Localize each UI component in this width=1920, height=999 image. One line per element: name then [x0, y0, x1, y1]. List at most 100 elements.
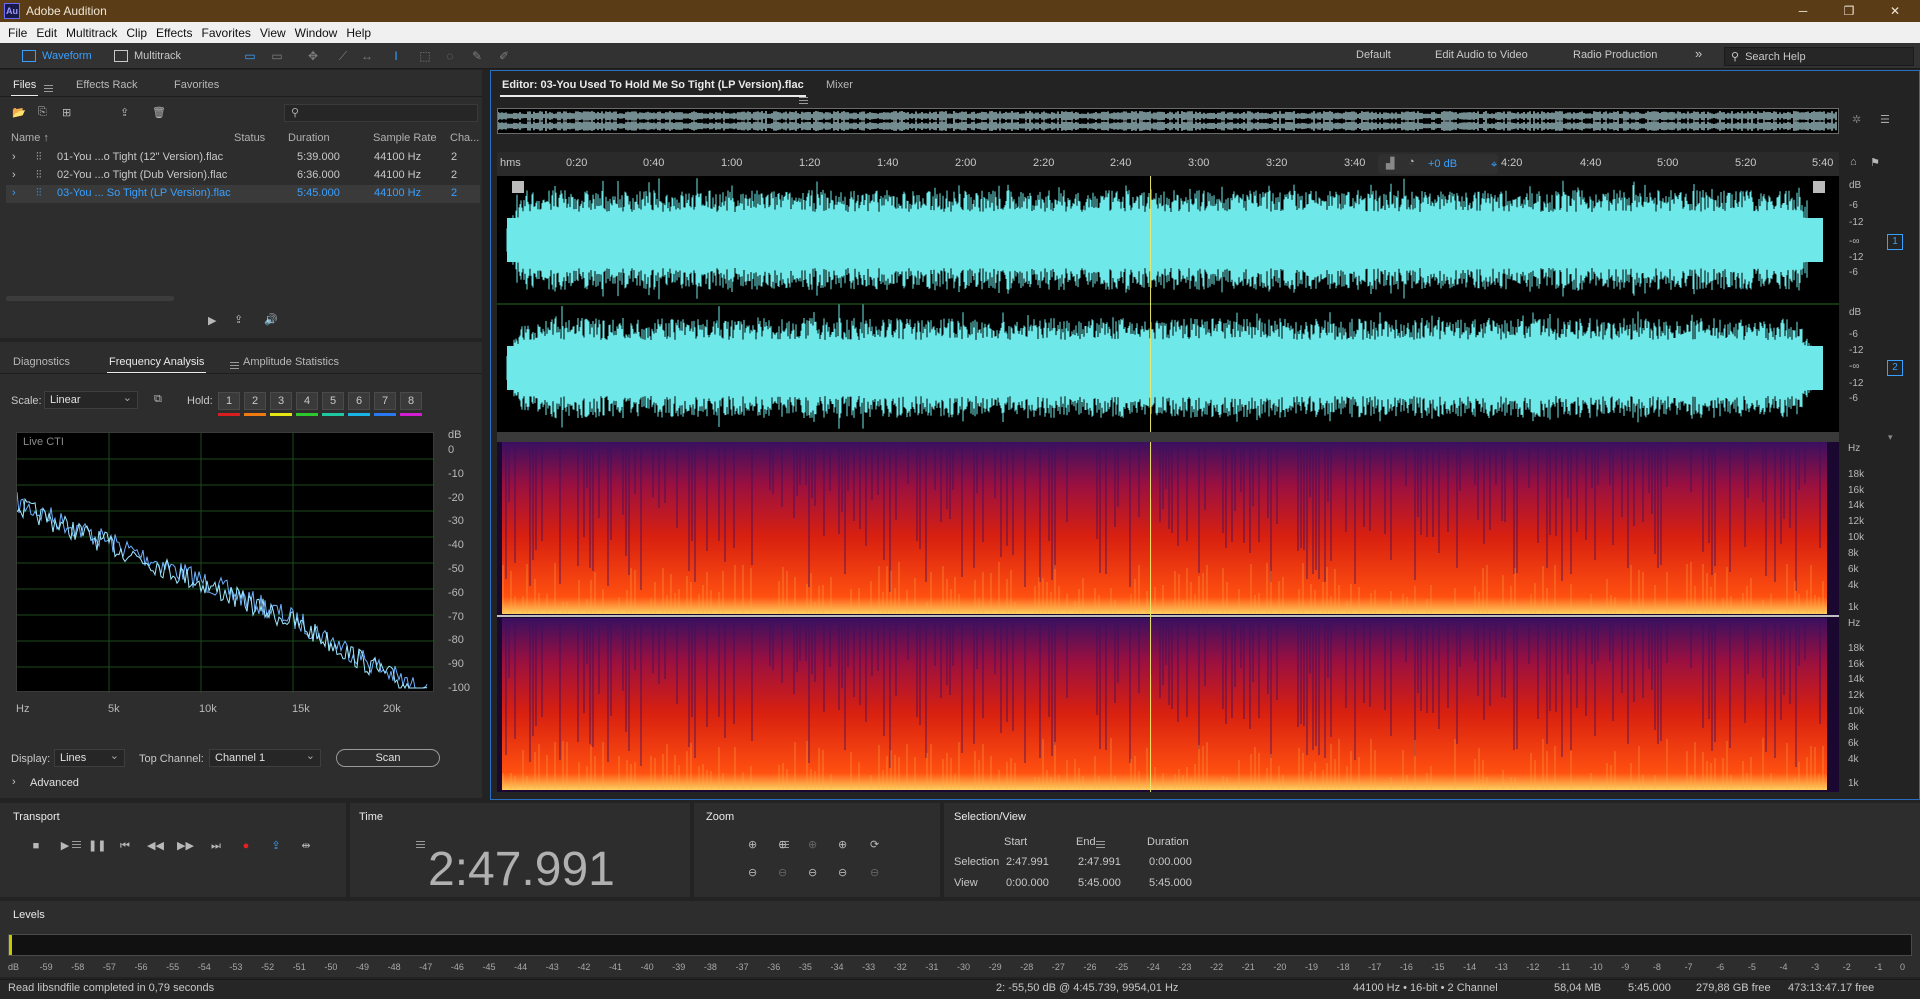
tab-amplitude-statistics[interactable]: Amplitude Statistics: [243, 356, 339, 368]
expand-chevron-icon[interactable]: ›: [12, 187, 16, 199]
zoom-selection-icon[interactable]: ⊕: [808, 838, 817, 851]
workspace-radio-production[interactable]: Radio Production: [1573, 49, 1657, 61]
expand-chevron-icon[interactable]: ›: [12, 151, 16, 163]
splitter-arrow-icon[interactable]: ▾: [1888, 432, 1893, 443]
hold-button-2[interactable]: 2: [244, 392, 266, 410]
tab-frequency-analysis[interactable]: Frequency Analysis: [106, 356, 207, 374]
spectral-display-icon[interactable]: ▭: [243, 49, 257, 63]
hold-button-5[interactable]: 5: [322, 392, 344, 410]
col-sample-rate[interactable]: Sample Rate: [373, 132, 437, 144]
tab-files[interactable]: Files: [10, 79, 39, 97]
hold-button-3[interactable]: 3: [270, 392, 292, 410]
zoom-out-point-icon[interactable]: ⊖: [838, 866, 847, 879]
pin-icon[interactable]: ⌖: [1491, 159, 1497, 172]
selection-view-menu-icon[interactable]: [1096, 840, 1106, 848]
tab-favorites[interactable]: Favorites: [174, 79, 219, 91]
loop-playback-icon[interactable]: ⇪: [268, 838, 284, 854]
slip-tool-icon[interactable]: ↔: [360, 49, 374, 63]
tab-effects-rack[interactable]: Effects Rack: [76, 79, 138, 91]
file-row[interactable]: › ⫶⫶ 02-You ...o Tight (Dub Version).fla…: [6, 167, 480, 185]
new-file-icon[interactable]: ⊞: [62, 106, 71, 119]
skip-previous-icon[interactable]: ⏮: [117, 838, 133, 854]
files-hscrollbar[interactable]: [6, 296, 174, 301]
waveform-view-button[interactable]: Waveform: [22, 47, 92, 65]
spot-healing-icon[interactable]: ✐: [497, 49, 511, 63]
workspace-edit-audio-video[interactable]: Edit Audio to Video: [1435, 49, 1528, 61]
sv-view-duration[interactable]: 5:45.000: [1149, 877, 1192, 889]
overview-navigator[interactable]: [497, 108, 1839, 134]
sv-view-end[interactable]: 5:45.000: [1078, 877, 1121, 889]
hold-button-7[interactable]: 7: [374, 392, 396, 410]
spectral-pitch-icon[interactable]: ▭: [270, 49, 284, 63]
import-file-icon[interactable]: ⎘: [38, 106, 47, 119]
channel-select-icon[interactable]: [512, 181, 524, 193]
scan-button[interactable]: Scan: [336, 749, 440, 767]
sv-selection-start[interactable]: 2:47.991: [1006, 856, 1049, 868]
preview-play-icon[interactable]: ▶: [208, 314, 216, 327]
menu-edit[interactable]: Edit: [32, 26, 62, 40]
search-help-input[interactable]: ⚲ Search Help: [1724, 47, 1914, 66]
scale-dropdown[interactable]: Linear: [44, 390, 138, 409]
files-menu-icon[interactable]: [44, 84, 53, 92]
zoom-to-fit-icon[interactable]: ✲: [1852, 113, 1861, 126]
advanced-toggle[interactable]: Advanced: [30, 777, 79, 789]
transport-menu-icon[interactable]: [72, 840, 81, 848]
fast-forward-icon[interactable]: ▶▶: [177, 838, 194, 854]
copy-graph-icon[interactable]: ⧉: [154, 393, 162, 406]
marker-icon[interactable]: ⚑: [1870, 156, 1880, 169]
zoom-in-time-icon[interactable]: ⊕: [778, 838, 787, 851]
top-channel-dropdown[interactable]: Channel 1: [209, 748, 321, 767]
marquee-tool-icon[interactable]: ⬚: [418, 49, 432, 63]
col-channels[interactable]: Cha...: [450, 132, 479, 144]
hold-button-1[interactable]: 1: [218, 392, 240, 410]
zoom-out-time-icon[interactable]: ⊖: [778, 866, 787, 879]
sv-selection-end[interactable]: 2:47.991: [1078, 856, 1121, 868]
zoom-out-amplitude-icon[interactable]: ⊖: [748, 866, 757, 879]
overview-menu-icon[interactable]: ☰: [1880, 113, 1890, 126]
frequency-graph[interactable]: Live CTI: [16, 432, 435, 693]
time-menu-icon[interactable]: [416, 840, 426, 848]
multitrack-view-button[interactable]: Multitrack: [114, 47, 181, 65]
preview-loop-icon[interactable]: ⇪: [234, 313, 243, 326]
stop-icon[interactable]: ■: [28, 838, 44, 854]
open-file-icon[interactable]: 📂: [12, 106, 26, 119]
menu-window[interactable]: Window: [291, 26, 343, 40]
editor-menu-icon[interactable]: [799, 96, 808, 104]
snap-icon[interactable]: ⌂: [1850, 156, 1857, 168]
pause-icon[interactable]: ❚❚: [88, 838, 106, 854]
more-workspaces-icon[interactable]: »: [1695, 46, 1702, 61]
files-search-input[interactable]: ⚲: [284, 104, 478, 122]
tab-editor[interactable]: Editor: 03-You Used To Hold Me So Tight …: [500, 79, 806, 97]
expand-chevron-icon[interactable]: ›: [12, 169, 16, 181]
delete-icon[interactable]: 🗑: [152, 106, 166, 119]
channel-1-badge[interactable]: 1: [1887, 234, 1903, 250]
file-row-selected[interactable]: › ⫶⫶ 03-You ... So Tight (LP Version).fl…: [6, 185, 480, 203]
menu-effects[interactable]: Effects: [152, 26, 197, 40]
tab-diagnostics[interactable]: Diagnostics: [13, 356, 70, 368]
hold-button-8[interactable]: 8: [400, 392, 422, 410]
spectral-splitter[interactable]: [497, 432, 1839, 442]
insert-icon[interactable]: ⇪: [120, 106, 129, 119]
skip-selection-icon[interactable]: ⇹: [298, 838, 314, 854]
col-name[interactable]: Name ↑: [11, 132, 49, 144]
file-row[interactable]: › ⫶⫶ 01-You ...o Tight (12" Version).fla…: [6, 149, 480, 167]
menu-help[interactable]: Help: [342, 26, 376, 40]
sv-selection-duration[interactable]: 0:00.000: [1149, 856, 1192, 868]
gain-knob-icon[interactable]: ◔: [1408, 156, 1415, 168]
time-ruler[interactable]: [497, 152, 1839, 176]
zoom-in-point-icon[interactable]: ⊕: [838, 838, 847, 851]
frequency-menu-icon[interactable]: [230, 361, 240, 369]
menu-view[interactable]: View: [256, 26, 291, 40]
zoom-out-full-icon[interactable]: ⊖: [808, 866, 817, 879]
hold-button-4[interactable]: 4: [296, 392, 318, 410]
zoom-out-selection-icon[interactable]: ⊖: [870, 866, 879, 879]
spectral-display[interactable]: [497, 442, 1839, 792]
maximize-button[interactable]: ❐: [1826, 0, 1872, 22]
move-tool-icon[interactable]: ✥: [306, 49, 320, 63]
hold-button-6[interactable]: 6: [348, 392, 370, 410]
record-icon[interactable]: ●: [238, 838, 254, 854]
brush-tool-icon[interactable]: ✎: [470, 49, 484, 63]
time-selection-tool-icon[interactable]: I: [389, 49, 403, 63]
play-icon[interactable]: ▶: [57, 838, 73, 854]
lasso-tool-icon[interactable]: ◌: [443, 49, 457, 63]
